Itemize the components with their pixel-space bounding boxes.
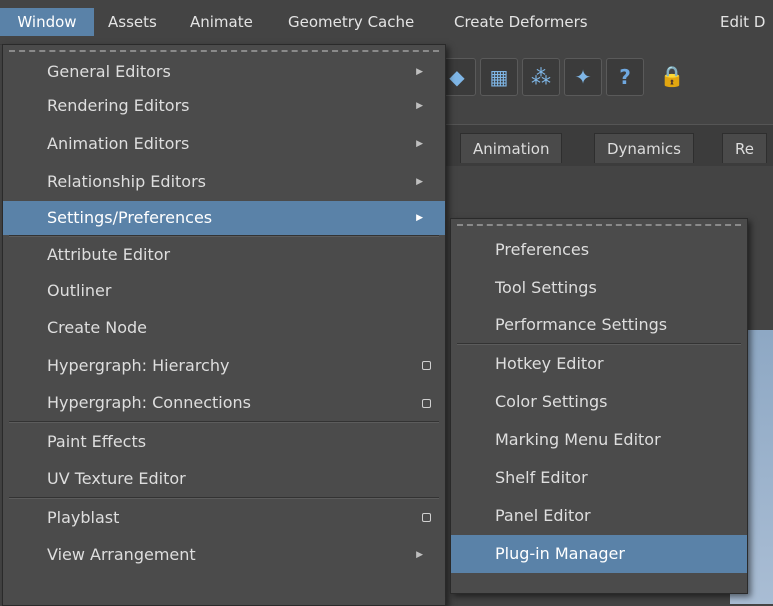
submenu-arrow-icon: ▶ [416,139,423,149]
submenu-item-color-settings[interactable]: Color Settings [451,383,747,421]
menu-item-label: Color Settings [495,392,608,411]
submenu-item-panel-editor[interactable]: Panel Editor [451,497,747,535]
menu-item-label: View Arrangement [47,545,196,564]
menu-item-relationship-editors[interactable]: Relationship Editors ▶ [3,163,445,201]
shelf-tool-icon[interactable]: ✦ [564,58,602,96]
menu-item-label: Create Node [47,318,148,337]
lock-icon[interactable]: 🔒 [654,58,690,94]
submenu-item-shelf-editor[interactable]: Shelf Editor [451,459,747,497]
menu-item-paint-effects[interactable]: Paint Effects [3,423,445,461]
menu-create-deformers[interactable]: Create Deformers [454,8,588,36]
submenu-item-preferences[interactable]: Preferences [451,231,747,269]
menu-item-label: UV Texture Editor [47,469,186,488]
menu-item-hypergraph-hierarchy[interactable]: Hypergraph: Hierarchy [3,347,445,385]
menu-item-label: Attribute Editor [47,245,171,264]
menu-item-label: Animation Editors [47,134,190,153]
menu-item-rendering-editors[interactable]: Rendering Editors ▶ [3,87,445,125]
option-box-icon[interactable] [422,361,431,370]
menu-item-label: Rendering Editors [47,96,190,115]
menu-animate[interactable]: Animate [190,8,253,36]
submenu-item-tool-settings[interactable]: Tool Settings [451,269,747,307]
menu-item-label: Plug-in Manager [495,544,625,563]
tear-off-icon[interactable] [3,45,445,57]
menu-bar: Window Assets Animate Geometry Cache Cre… [0,0,773,45]
menu-item-label: Outliner [47,281,112,300]
shelf-tab-bar: Animation Dynamics Re [440,124,773,168]
shelf-tool-icon[interactable]: ▦ [480,58,518,96]
menu-item-general-editors[interactable]: General Editors ▶ [3,57,445,87]
status-line: ◆ ▦ ⁂ ✦ ? 🔒 [438,44,773,110]
menu-item-label: Settings/Preferences [47,208,213,227]
shelf-tool-icon[interactable]: ⁂ [522,58,560,96]
tab-rendering[interactable]: Re [722,133,767,163]
submenu-arrow-icon: ▶ [416,67,423,77]
menu-item-label: General Editors [47,62,171,81]
menu-item-label: Preferences [495,240,590,259]
menu-item-label: Relationship Editors [47,172,206,191]
menu-item-label: Shelf Editor [495,468,588,487]
menu-item-label: Tool Settings [495,278,597,297]
submenu-item-plug-in-manager[interactable]: Plug-in Manager [451,535,747,573]
menu-item-view-arrangement[interactable]: View Arrangement ▶ [3,537,445,573]
menu-item-hypergraph-connections[interactable]: Hypergraph: Connections [3,385,445,421]
menu-item-label: Performance Settings [495,315,668,334]
menu-item-playblast[interactable]: Playblast [3,499,445,537]
option-box-icon[interactable] [422,399,431,408]
menu-item-label: Hypergraph: Hierarchy [47,356,230,375]
option-box-icon[interactable] [422,513,431,522]
menu-geometry-cache[interactable]: Geometry Cache [288,8,414,36]
tear-off-icon[interactable] [451,219,747,231]
menu-item-label: Playblast [47,508,120,527]
menu-window[interactable]: Window [0,8,94,36]
menu-item-label: Hypergraph: Connections [47,393,251,412]
help-icon[interactable]: ? [606,58,644,96]
menu-item-uv-texture-editor[interactable]: UV Texture Editor [3,461,445,497]
menu-item-create-node[interactable]: Create Node [3,309,445,347]
menu-edit-deformers[interactable]: Edit D [720,8,765,36]
submenu-arrow-icon: ▶ [416,550,423,560]
window-menu: General Editors ▶ Rendering Editors ▶ An… [2,44,446,606]
settings-preferences-submenu: Preferences Tool Settings Performance Se… [450,218,748,594]
menu-item-attribute-editor[interactable]: Attribute Editor [3,237,445,273]
menu-item-label: Marking Menu Editor [495,430,661,449]
menu-assets[interactable]: Assets [108,8,157,36]
submenu-item-marking-menu-editor[interactable]: Marking Menu Editor [451,421,747,459]
submenu-arrow-icon: ▶ [416,101,423,111]
tab-dynamics[interactable]: Dynamics [594,133,694,163]
submenu-item-performance-settings[interactable]: Performance Settings [451,307,747,343]
menu-item-settings-preferences[interactable]: Settings/Preferences ▶ [3,201,445,235]
submenu-arrow-icon: ▶ [416,177,423,187]
submenu-arrow-icon: ▶ [416,213,423,223]
menu-item-label: Paint Effects [47,432,147,451]
menu-item-outliner[interactable]: Outliner [3,273,445,309]
menu-item-label: Panel Editor [495,506,591,525]
menu-item-animation-editors[interactable]: Animation Editors ▶ [3,125,445,163]
submenu-item-hotkey-editor[interactable]: Hotkey Editor [451,345,747,383]
menu-item-label: Hotkey Editor [495,354,604,373]
tab-animation[interactable]: Animation [460,133,563,163]
